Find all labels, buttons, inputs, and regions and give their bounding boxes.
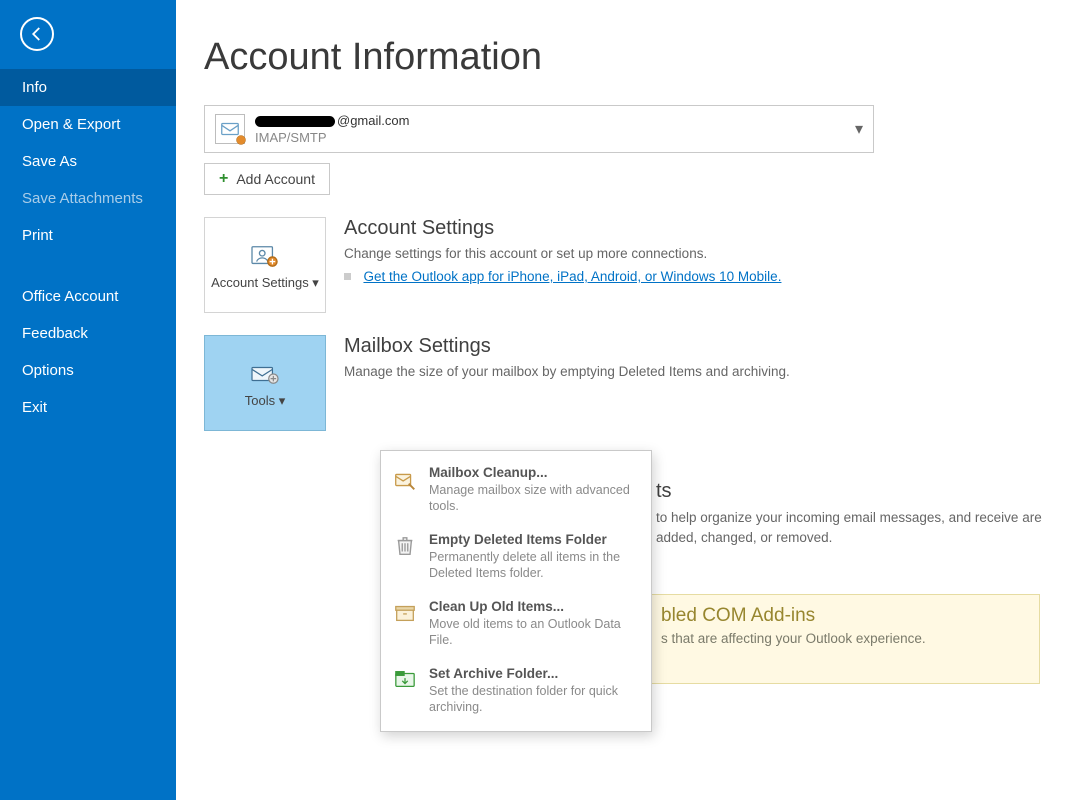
menu-item-set-archive-folder[interactable]: Set Archive Folder... Set the destinatio… xyxy=(381,658,651,725)
rules-desc-fragment: to help organize your incoming email mes… xyxy=(656,508,1066,548)
broom-icon xyxy=(391,467,419,495)
main-panel: Account Information @gmail.com IMAP/SMTP… xyxy=(176,0,1066,800)
sidebar-item-open-export[interactable]: Open & Export xyxy=(0,106,176,143)
account-settings-tile[interactable]: Account Settings ▾ xyxy=(204,217,326,313)
menu-desc: Move old items to an Outlook Data File. xyxy=(429,616,639,648)
mailbox-settings-title: Mailbox Settings xyxy=(344,335,1036,358)
archive-box-icon xyxy=(391,601,419,629)
page-title: Account Information xyxy=(204,36,1036,79)
archive-folder-icon xyxy=(391,668,419,696)
sidebar-item-office-account[interactable]: Office Account xyxy=(0,278,176,315)
chevron-down-icon: ▾ xyxy=(855,119,863,139)
account-settings-tile-label: Account Settings ▾ xyxy=(211,275,319,290)
redacted-text xyxy=(255,116,335,127)
tools-tile-label: Tools ▾ xyxy=(245,393,286,408)
account-selector[interactable]: @gmail.com IMAP/SMTP ▾ xyxy=(204,105,874,153)
tools-icon xyxy=(248,359,282,389)
tools-dropdown-menu: Mailbox Cleanup... Manage mailbox size w… xyxy=(380,450,652,732)
menu-title: Mailbox Cleanup... xyxy=(429,465,639,480)
account-settings-title: Account Settings xyxy=(344,217,1036,240)
sidebar-item-feedback[interactable]: Feedback xyxy=(0,315,176,352)
account-settings-desc: Change settings for this account or set … xyxy=(344,244,1036,264)
disabled-addins-title-fragment: bled COM Add-ins xyxy=(661,605,1027,627)
disabled-addins-desc-fragment: s that are affecting your Outlook experi… xyxy=(661,631,1027,646)
mailbox-settings-desc: Manage the size of your mailbox by empty… xyxy=(344,362,1036,382)
sidebar-item-options[interactable]: Options xyxy=(0,352,176,389)
trash-icon xyxy=(391,534,419,562)
menu-desc: Set the destination folder for quick arc… xyxy=(429,683,639,715)
tools-tile[interactable]: Tools ▾ xyxy=(204,335,326,431)
back-button[interactable] xyxy=(20,17,54,51)
account-info: @gmail.com IMAP/SMTP xyxy=(255,112,409,146)
account-email: @gmail.com xyxy=(255,112,409,129)
menu-title: Clean Up Old Items... xyxy=(429,599,639,614)
menu-item-mailbox-cleanup[interactable]: Mailbox Cleanup... Manage mailbox size w… xyxy=(381,457,651,524)
menu-desc: Permanently delete all items in the Dele… xyxy=(429,549,639,581)
account-type: IMAP/SMTP xyxy=(255,129,409,146)
menu-title: Empty Deleted Items Folder xyxy=(429,532,639,547)
menu-title: Set Archive Folder... xyxy=(429,666,639,681)
backstage-sidebar: Info Open & Export Save As Save Attachme… xyxy=(0,0,176,800)
rules-title-fragment: ts xyxy=(656,480,672,503)
menu-desc: Manage mailbox size with advanced tools. xyxy=(429,482,639,514)
mail-account-icon xyxy=(215,114,245,144)
arrow-left-icon xyxy=(28,25,46,43)
sidebar-item-save-as[interactable]: Save As xyxy=(0,143,176,180)
get-outlook-app-link[interactable]: Get the Outlook app for iPhone, iPad, An… xyxy=(363,269,781,284)
menu-item-clean-old[interactable]: Clean Up Old Items... Move old items to … xyxy=(381,591,651,658)
add-account-button[interactable]: + Add Account xyxy=(204,163,330,195)
sidebar-item-info[interactable]: Info xyxy=(0,69,176,106)
account-settings-icon xyxy=(248,241,282,271)
sidebar-item-exit[interactable]: Exit xyxy=(0,389,176,426)
add-account-label: Add Account xyxy=(236,171,315,187)
plus-icon: + xyxy=(219,170,228,188)
sidebar-item-print[interactable]: Print xyxy=(0,217,176,254)
sidebar-item-save-attachments: Save Attachments xyxy=(0,180,176,217)
menu-item-empty-deleted[interactable]: Empty Deleted Items Folder Permanently d… xyxy=(381,524,651,591)
bullet-icon xyxy=(344,273,351,280)
